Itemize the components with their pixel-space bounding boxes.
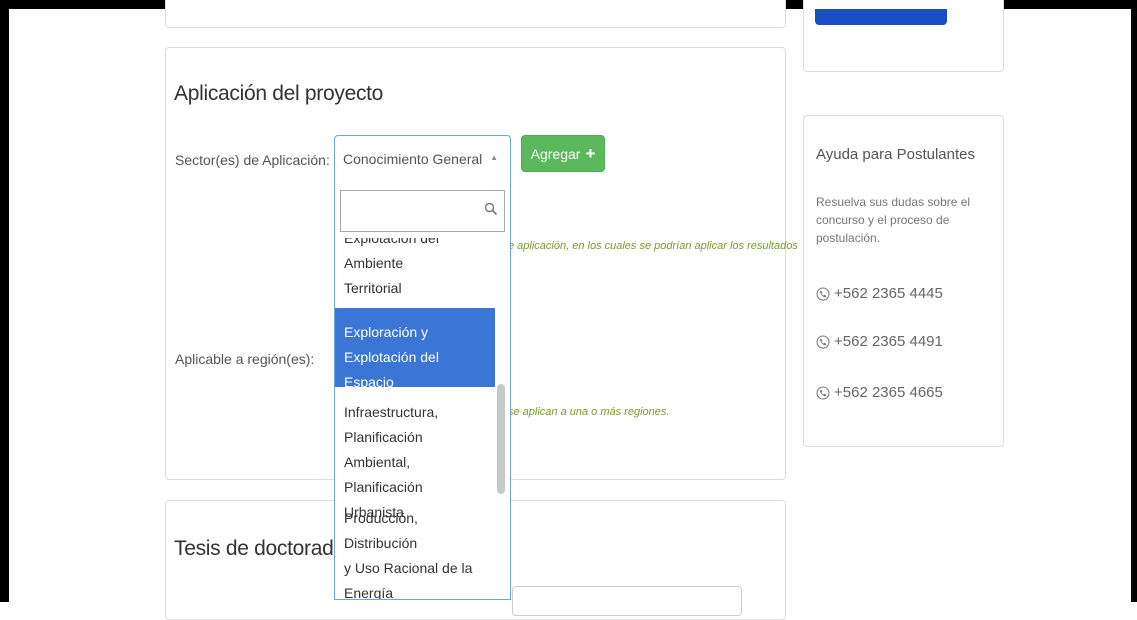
caret-up-icon: ▲ (490, 153, 498, 162)
dropdown-option[interactable]: Producción, Distribución y Uso Racional … (335, 506, 495, 600)
option-line: Planificación Ambiental, (344, 429, 423, 470)
phone-icon (816, 287, 830, 300)
region-hint: se aplican a una o más regiones. (508, 406, 670, 418)
phone-icon (816, 386, 830, 399)
option-line: Explotación del Ambiente (344, 238, 439, 271)
dropdown-list: Explotación del Ambiente Territorial Exp… (335, 238, 495, 600)
option-line: Explotación del Espacio (344, 349, 439, 390)
tesis-heading: Tesis de doctorado (174, 537, 345, 560)
phone-link[interactable]: +562 2365 4491 (816, 333, 943, 350)
add-sector-button[interactable]: Agregar + (521, 135, 605, 172)
option-line: Producción, Distribución (344, 510, 418, 551)
add-button-label: Agregar (530, 145, 581, 162)
option-line: y Uso Racional de la (344, 560, 473, 576)
search-icon (484, 202, 498, 216)
help-title: Ayuda para Postulantes (816, 146, 976, 163)
sector-label: Sector(es) de Aplicación: (175, 152, 330, 168)
dropdown-option[interactable]: Explotación del Ambiente Territorial (335, 238, 495, 296)
sector-dropdown: Explotación del Ambiente Territorial Exp… (334, 182, 511, 600)
tesis-input[interactable] (512, 586, 742, 616)
phone-number: +562 2365 4445 (834, 285, 943, 302)
option-line: Energía (344, 585, 394, 600)
help-description: Resuelva sus dudas sobre el concurso y e… (816, 195, 971, 245)
dropdown-scrollbar[interactable] (497, 384, 505, 494)
sector-select-value: Conocimiento General (343, 151, 483, 167)
dropdown-option-highlighted[interactable]: Exploración y Explotación del Espacio (335, 308, 495, 390)
region-label: Aplicable a región(es): (175, 351, 315, 367)
option-line: Exploración y (344, 324, 429, 340)
option-line: Infraestructura, (344, 404, 439, 420)
phone-link[interactable]: +562 2365 4445 (816, 285, 943, 302)
plus-icon: + (585, 144, 596, 163)
sector-hint: e aplicación, en los cuales se podrían a… (508, 240, 798, 252)
application-heading: Aplicación del proyecto (174, 82, 384, 105)
phone-link[interactable]: +562 2365 4665 (816, 384, 943, 401)
sidebar-primary-button[interactable] (815, 9, 947, 25)
option-line: Territorial (344, 280, 402, 296)
previous-panel (165, 0, 786, 28)
sector-select[interactable]: Conocimiento General ▲ (334, 135, 511, 183)
dropdown-search-input[interactable] (340, 190, 505, 232)
phone-number: +562 2365 4665 (834, 384, 943, 401)
dropdown-option[interactable]: Infraestructura, Planificación Ambiental… (335, 396, 495, 520)
phone-number: +562 2365 4491 (834, 333, 943, 350)
phone-icon (816, 335, 830, 348)
